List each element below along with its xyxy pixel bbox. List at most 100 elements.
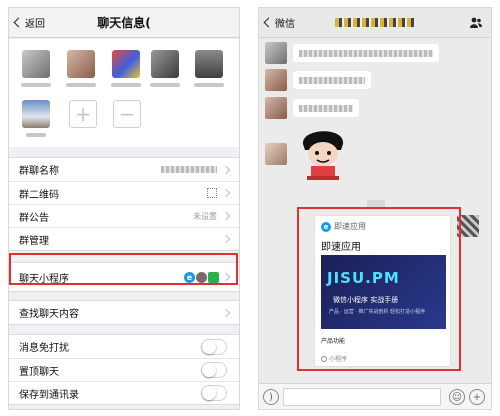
chevron-left-icon <box>263 17 274 28</box>
nav-bar: 微信 <box>259 8 491 38</box>
card-cover-image: JISU.PM 微信小程序 实战手册 产品 · 运营 · 推广实战剖析 轻松打造… <box>321 255 446 329</box>
cover-subtitle: 微信小程序 实战手册 <box>333 296 399 304</box>
qr-code-icon <box>207 188 217 198</box>
sender-avatar[interactable] <box>265 97 287 119</box>
member-avatar[interactable] <box>195 50 223 78</box>
row-label: 群管理 <box>19 235 49 247</box>
row-label: 保存到通讯录 <box>19 389 79 401</box>
app-logo-icon: e <box>321 221 331 232</box>
chevron-right-icon <box>221 165 231 174</box>
chevron-right-icon <box>221 188 231 198</box>
member-avatar[interactable] <box>151 50 179 78</box>
chat-message <box>265 69 371 91</box>
back-label: 微信 <box>275 19 295 30</box>
add-member-button[interactable]: + <box>69 100 97 128</box>
member-avatar[interactable] <box>22 50 50 78</box>
settings-group-info: 群聊名称 群二维码 群公告 未设置 群管理 <box>9 157 239 251</box>
message-bubble[interactable] <box>293 71 371 89</box>
row-chat-mini-program[interactable]: 聊天小程序 e <box>9 263 239 291</box>
chat-message <box>265 126 349 182</box>
save-contacts-toggle[interactable] <box>201 385 227 401</box>
message-input[interactable] <box>283 388 441 406</box>
announcement-value: 未设置 <box>193 211 217 221</box>
chat-title <box>335 18 415 27</box>
voice-icon[interactable]: ) <box>263 389 279 405</box>
row-group-name[interactable]: 群聊名称 <box>9 158 239 181</box>
back-label: 返回 <box>25 19 45 30</box>
row-search-chat[interactable]: 查找聊天内容 <box>9 301 239 324</box>
pin-toggle[interactable] <box>201 362 227 378</box>
back-button[interactable]: 返回 <box>13 15 45 30</box>
group-name-value <box>161 166 217 173</box>
card-tag-label: 小程序 <box>329 356 348 363</box>
card-footer-label: 产品功能 <box>321 338 346 345</box>
row-label: 置顶聊天 <box>19 366 59 378</box>
chevron-right-icon <box>221 272 231 282</box>
emoji-icon[interactable]: ☺ <box>449 389 465 405</box>
card-title: 即速应用 <box>321 242 361 253</box>
plus-icon[interactable]: + <box>469 389 485 405</box>
member-avatar[interactable] <box>67 50 95 78</box>
blurred-text <box>299 104 353 112</box>
row-label: 查找聊天内容 <box>19 309 79 320</box>
chat-screen: 微信 e 即速应用 即速应用 JISU.PM 微信小程序 实战手册 产品 · 运… <box>258 7 492 410</box>
remove-member-button[interactable]: − <box>113 100 141 128</box>
input-bar: ) ☺ + <box>259 383 491 409</box>
chevron-right-icon <box>221 308 231 317</box>
member-name <box>150 83 180 87</box>
mini-program-icon <box>208 271 219 283</box>
member-grid: + − <box>9 39 239 147</box>
row-group-management[interactable]: 群管理 <box>9 227 239 250</box>
sender-avatar[interactable] <box>265 69 287 91</box>
chevron-left-icon <box>13 17 24 28</box>
chevron-right-icon <box>221 234 231 244</box>
row-qr-code[interactable]: 群二维码 <box>9 181 239 204</box>
message-bubble[interactable] <box>293 44 439 62</box>
mini-program-icon: e <box>184 271 195 283</box>
cover-features: 产品 · 运营 · 推广实战剖析 轻松打造小程序 <box>329 309 426 315</box>
row-announcement[interactable]: 群公告 未设置 <box>9 204 239 227</box>
member-avatar[interactable] <box>112 50 140 78</box>
mute-toggle[interactable] <box>201 338 227 355</box>
cover-brand: JISU.PM <box>327 269 400 287</box>
chat-message <box>265 97 359 119</box>
row-label: 群二维码 <box>19 189 59 201</box>
row-pin-chat: 置顶聊天 <box>9 358 239 381</box>
group-members-icon[interactable] <box>470 17 482 28</box>
mini-program-card[interactable]: e 即速应用 即速应用 JISU.PM 微信小程序 实战手册 产品 · 运营 ·… <box>314 215 451 367</box>
self-avatar[interactable] <box>457 215 479 237</box>
member-name <box>26 133 46 137</box>
row-mute: 消息免打扰 <box>9 335 239 358</box>
mini-program-icon <box>196 271 207 283</box>
message-bubble[interactable] <box>293 99 359 117</box>
row-label: 聊天小程序 <box>19 273 69 285</box>
settings-group-search: 查找聊天内容 <box>9 300 239 325</box>
row-save-contacts: 保存到通讯录 <box>9 381 239 404</box>
row-label: 群公告 <box>19 212 49 224</box>
settings-group-toggles: 消息免打扰 置顶聊天 保存到通讯录 <box>9 334 239 405</box>
mini-program-icons: e <box>184 271 219 283</box>
card-header: e 即速应用 <box>321 221 366 232</box>
row-label: 消息免打扰 <box>19 343 69 354</box>
timestamp-chip <box>367 200 385 208</box>
blurred-text <box>299 76 365 84</box>
row-label: 群聊名称 <box>19 166 59 177</box>
member-avatar[interactable] <box>22 100 50 128</box>
mini-program-small-icon <box>321 355 327 362</box>
sender-avatar[interactable] <box>265 42 287 64</box>
chat-message <box>265 42 439 64</box>
member-name <box>194 83 224 87</box>
nav-bar: 返回 聊天信息( <box>9 8 239 38</box>
settings-group-mini-program: 聊天小程序 e <box>9 262 239 292</box>
member-name <box>66 83 96 87</box>
blurred-text <box>299 49 433 57</box>
page-title: 聊天信息( <box>97 16 151 30</box>
chat-info-screen: 返回 聊天信息( + − 群聊名称 群二维码 群公告 未设置 群管理 聊天小程序… <box>8 7 240 410</box>
member-name <box>21 83 51 87</box>
card-app-name: 即速应用 <box>334 222 366 231</box>
sender-avatar[interactable] <box>265 143 287 165</box>
chevron-right-icon <box>221 211 231 221</box>
sticker-image[interactable] <box>297 126 349 182</box>
card-tag: 小程序 <box>321 354 347 363</box>
back-button[interactable]: 微信 <box>263 15 295 30</box>
